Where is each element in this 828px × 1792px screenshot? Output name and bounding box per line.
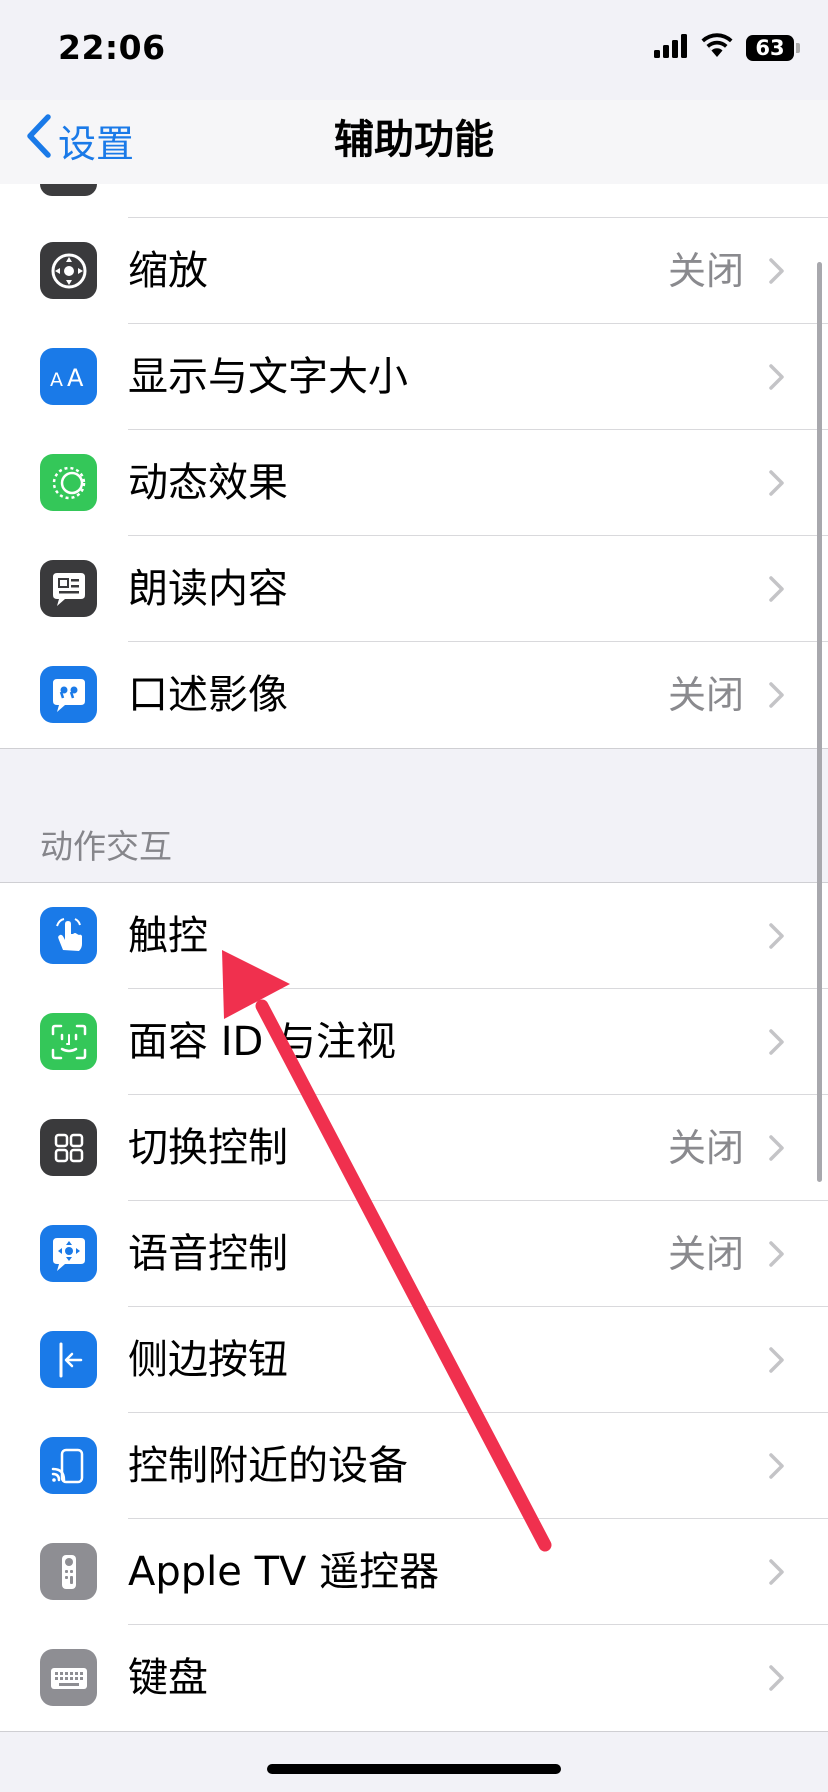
navigation-bar: 设置 辅助功能 (0, 100, 828, 185)
face-id-icon (40, 1013, 97, 1070)
scroll-indicator[interactable] (817, 262, 822, 1182)
svg-text:A: A (67, 364, 84, 392)
row-zoom[interactable]: 缩放 关闭 (0, 218, 828, 324)
section-header-interaction: 动作交互 (40, 827, 172, 866)
voice-control-icon (40, 1225, 97, 1282)
chevron-right-icon (769, 258, 784, 284)
row-label: 缩放 (128, 248, 208, 294)
home-indicator[interactable] (267, 1764, 561, 1774)
chevron-right-icon (769, 470, 784, 496)
row-display-text-size[interactable]: A A 显示与文字大小 (0, 324, 828, 430)
row-label: 动态效果 (128, 460, 288, 506)
switch-control-icon (40, 1119, 97, 1176)
chevron-right-icon (769, 1559, 784, 1585)
partial-row-icon (40, 184, 97, 196)
row-motion[interactable]: 动态效果 (0, 430, 828, 536)
status-time: 22:06 (58, 28, 166, 67)
row-side-button[interactable]: 侧边按钮 (0, 1307, 828, 1413)
chevron-right-icon (769, 682, 784, 708)
cellular-signal-icon (654, 34, 688, 62)
interaction-settings-group: 触控 面容 ID 与注视 切换控制 关闭 语音控制 关闭 侧边按钮 控制附近的设… (0, 882, 828, 1732)
row-label: 切换控制 (128, 1125, 288, 1171)
row-label: 触控 (128, 913, 208, 959)
row-switch-control[interactable]: 切换控制 关闭 (0, 1095, 828, 1201)
audio-description-icon (40, 666, 97, 723)
row-keyboards[interactable]: 键盘 (0, 1625, 828, 1731)
row-label: Apple TV 遥控器 (128, 1549, 440, 1595)
row-audio-descriptions[interactable]: 口述影像 关闭 (0, 642, 828, 748)
row-control-nearby-devices[interactable]: 控制附近的设备 (0, 1413, 828, 1519)
row-label: 键盘 (128, 1655, 208, 1701)
chevron-right-icon (769, 1347, 784, 1373)
row-label: 面容 ID 与注视 (128, 1019, 397, 1065)
chevron-right-icon (769, 923, 784, 949)
touch-icon (40, 907, 97, 964)
chevron-right-icon (769, 1665, 784, 1691)
row-label: 控制附近的设备 (128, 1443, 408, 1489)
row-touch[interactable]: 触控 (0, 883, 828, 989)
row-voice-control[interactable]: 语音控制 关闭 (0, 1201, 828, 1307)
row-spoken-content[interactable]: 朗读内容 (0, 536, 828, 642)
battery-cap (796, 43, 800, 53)
chevron-right-icon (769, 1135, 784, 1161)
row-value: 关闭 (667, 673, 744, 717)
row-value: 关闭 (667, 1232, 744, 1276)
zoom-icon (40, 242, 97, 299)
row-apple-tv-remote[interactable]: Apple TV 遥控器 (0, 1519, 828, 1625)
row-value: 关闭 (667, 249, 744, 293)
row-label: 语音控制 (128, 1231, 288, 1277)
chevron-right-icon (769, 1453, 784, 1479)
battery-level: 63 (755, 36, 785, 60)
chevron-right-icon (769, 576, 784, 602)
row-value: 关闭 (667, 1126, 744, 1170)
page-title: 辅助功能 (334, 117, 494, 163)
battery-icon: 63 (746, 35, 800, 61)
wifi-icon (700, 33, 734, 63)
spoken-content-icon (40, 560, 97, 617)
status-icons: 63 (654, 33, 800, 63)
partial-list-item (0, 184, 828, 218)
row-label: 口述影像 (128, 672, 288, 718)
chevron-right-icon (769, 1029, 784, 1055)
keyboard-icon (40, 1649, 97, 1706)
side-button-icon (40, 1331, 97, 1388)
svg-text:A: A (50, 369, 63, 391)
apple-tv-remote-icon (40, 1543, 97, 1600)
chevron-right-icon (769, 1241, 784, 1267)
nearby-devices-icon (40, 1437, 97, 1494)
motion-icon (40, 454, 97, 511)
row-label: 朗读内容 (128, 566, 288, 612)
chevron-right-icon (769, 364, 784, 390)
vision-settings-group: 缩放 关闭 A A 显示与文字大小 动态效果 朗读内容 口述影像 关闭 (0, 184, 828, 749)
row-label: 侧边按钮 (128, 1337, 288, 1383)
row-label: 显示与文字大小 (128, 354, 408, 400)
status-bar: 22:06 63 (0, 0, 828, 100)
row-face-id-attention[interactable]: 面容 ID 与注视 (0, 989, 828, 1095)
text-size-icon: A A (40, 348, 97, 405)
